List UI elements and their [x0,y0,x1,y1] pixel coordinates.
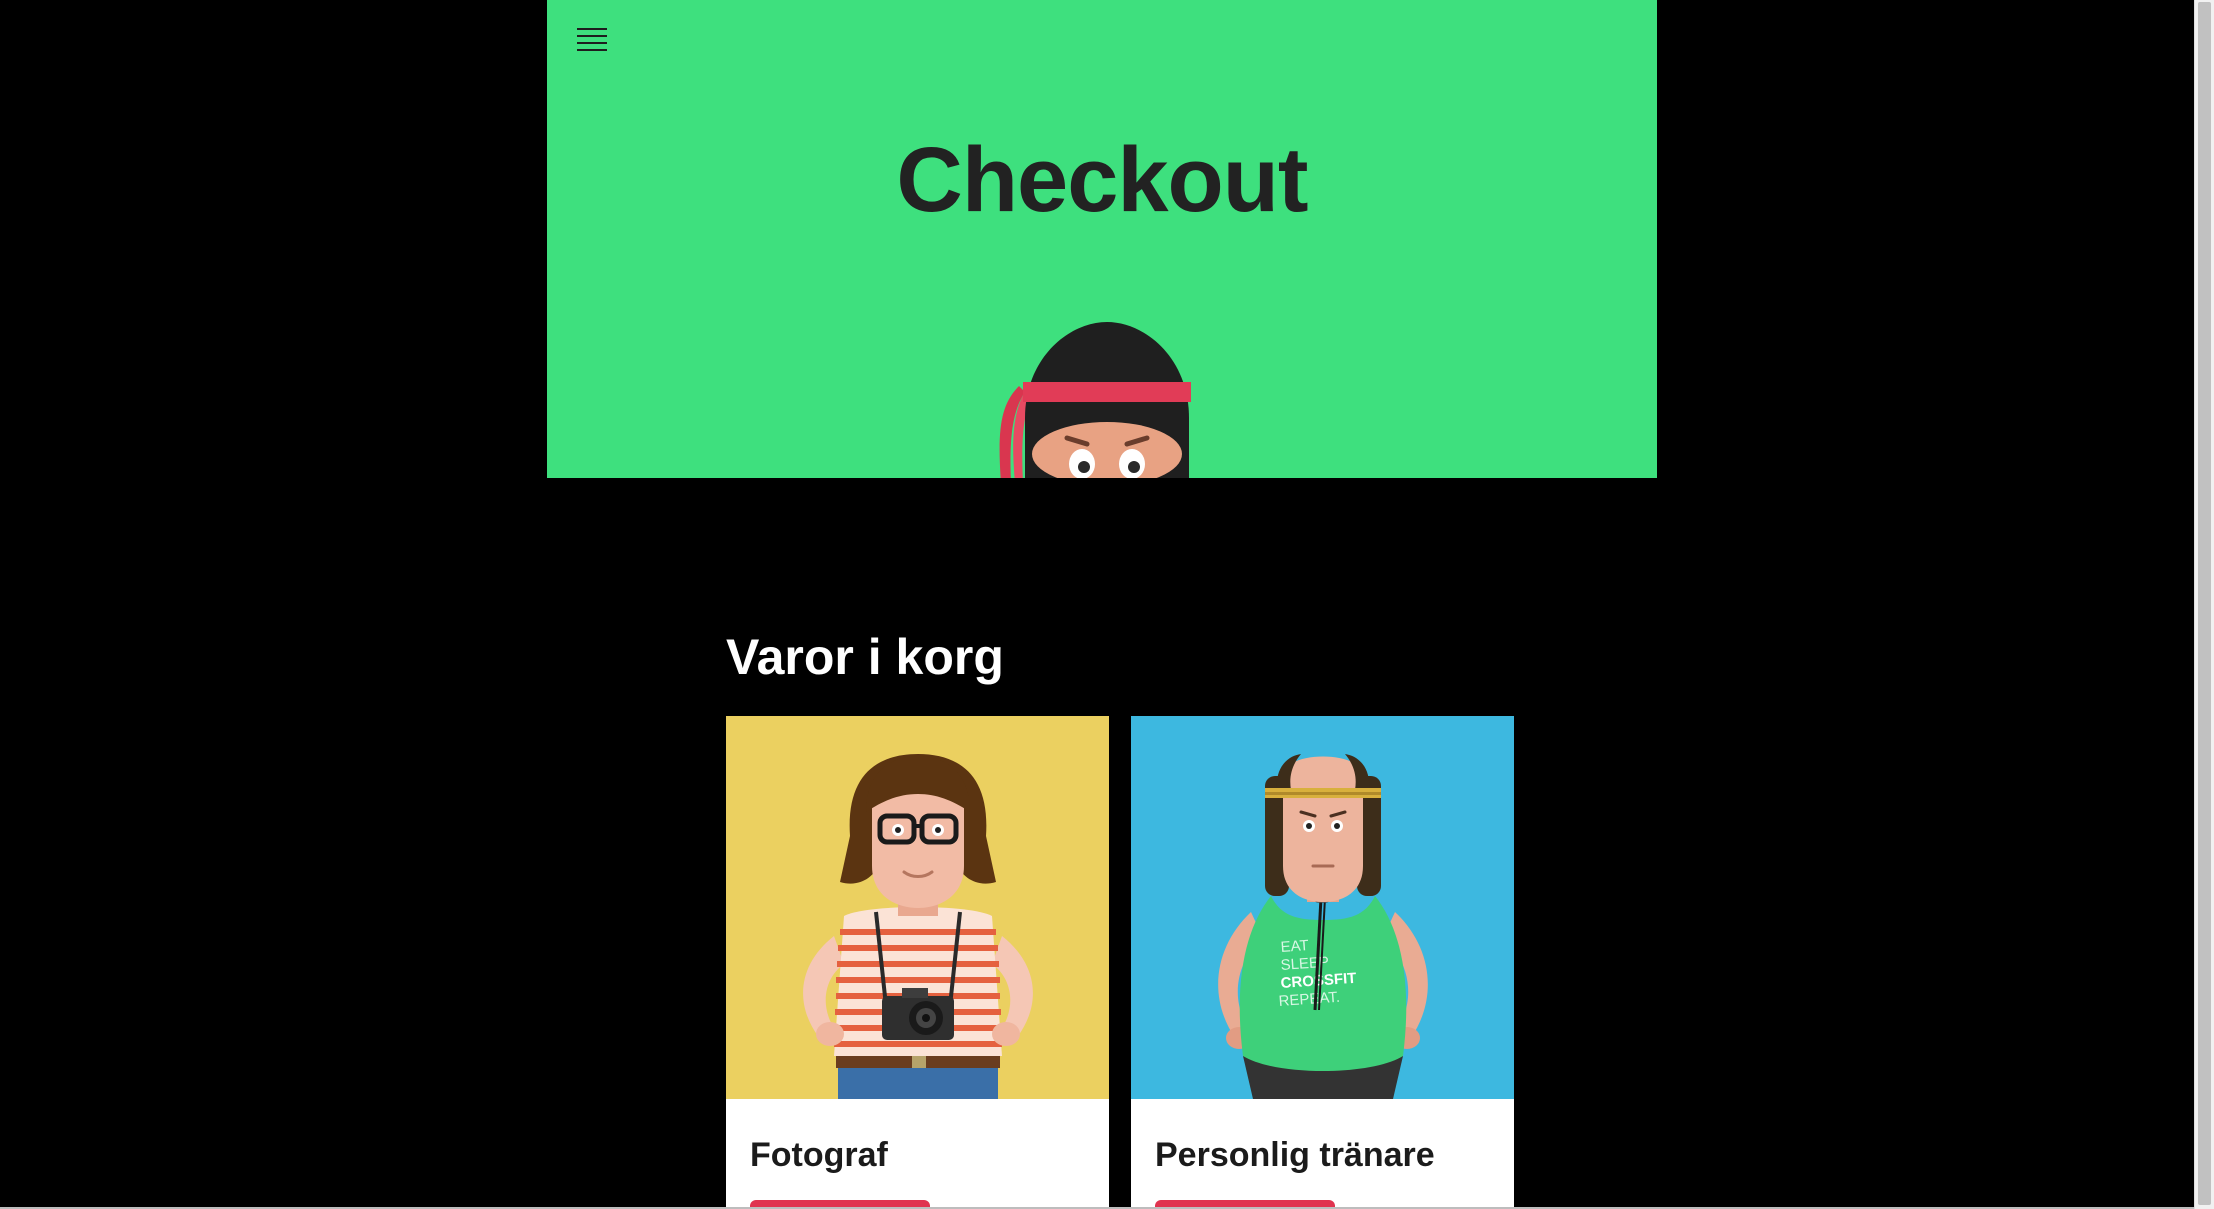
photographer-illustration [726,716,1109,1099]
vertical-scrollbar[interactable] [2194,0,2214,1209]
card-title: Personlig tränare [1155,1136,1435,1174]
trainer-illustration: EAT SLEEP CROSSFIT REPEAT. [1131,716,1514,1099]
shirt-text-line-1: EAT [1280,937,1309,956]
cart-heading: Varor i korg [726,629,1004,685]
card-image [726,716,1109,1099]
cart-item-trainer[interactable]: EAT SLEEP CROSSFIT REPEAT. Personlig trä… [1131,716,1514,1209]
cart-item-photographer[interactable]: Fotograf [726,716,1109,1209]
card-title: Fotograf [750,1136,888,1174]
card-image: EAT SLEEP CROSSFIT REPEAT. [1131,716,1514,1099]
page-title: Checkout [896,129,1308,231]
scrollbar-thumb[interactable] [2198,2,2211,1205]
ninja-mascot [999,322,1191,478]
hero-banner: Checkout [547,0,1657,478]
hamburger-menu-icon [577,28,607,51]
menu-button[interactable] [574,22,610,58]
